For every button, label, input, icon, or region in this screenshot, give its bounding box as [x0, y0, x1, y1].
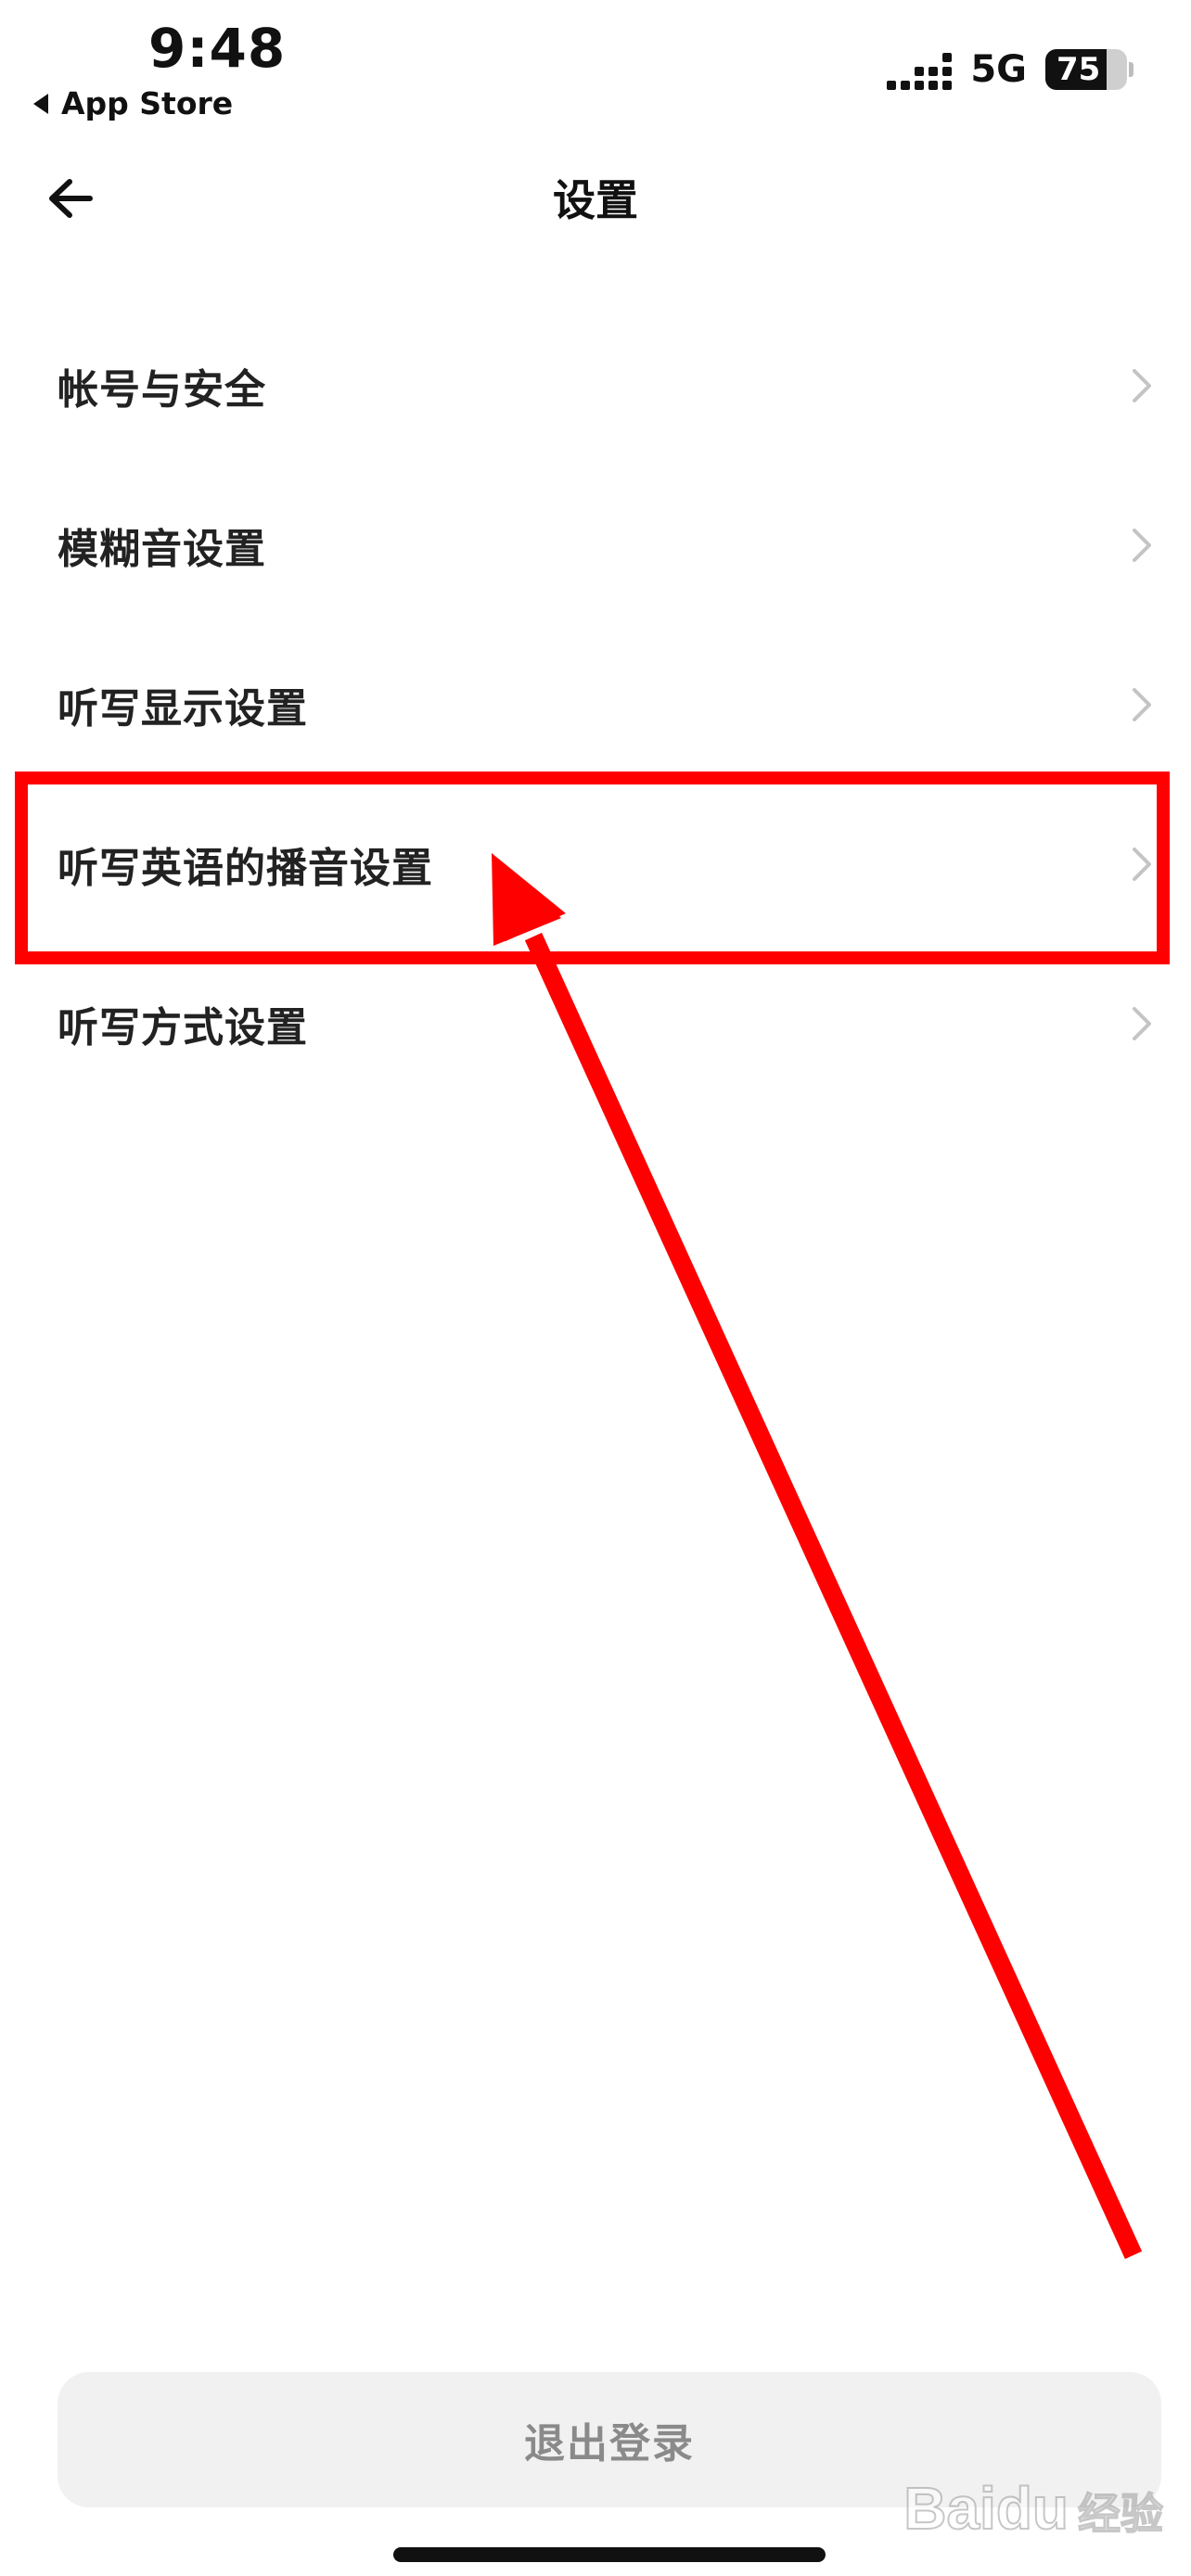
chevron-right-icon [1133, 1007, 1151, 1040]
settings-item-label: 听写显示设置 [58, 685, 308, 733]
watermark-logo: Baidu [903, 2474, 1069, 2543]
status-back-label: App Store [61, 85, 234, 121]
chevron-right-icon [1133, 688, 1151, 721]
status-back-to-app[interactable]: App Store [33, 85, 233, 121]
settings-item-label: 模糊音设置 [58, 526, 266, 573]
settings-item-account-security[interactable]: 帐号与安全 [0, 306, 1191, 465]
back-caret-icon [33, 93, 48, 114]
status-time: 9:48 [148, 17, 287, 80]
chevron-right-icon [1133, 848, 1151, 881]
home-indicator[interactable] [393, 2547, 826, 2562]
watermark: Baidu 经验 [903, 2474, 1164, 2543]
battery-level: 75 [1057, 51, 1101, 88]
settings-list: 帐号与安全 模糊音设置 听写显示设置 听写英语的播音设置 听写方式设置 [0, 306, 1191, 1103]
navigation-bar: 设置 [0, 148, 1191, 246]
settings-item-dictation-display[interactable]: 听写显示设置 [0, 625, 1191, 784]
settings-item-label: 帐号与安全 [58, 366, 266, 414]
settings-item-label: 听写方式设置 [58, 1004, 308, 1052]
status-indicators: 5G 75 [887, 48, 1133, 91]
chevron-right-icon [1133, 369, 1151, 402]
battery-icon: 75 [1045, 49, 1127, 90]
signal-icon [887, 49, 953, 90]
battery-nub [1129, 62, 1133, 77]
settings-item-english-dictation-audio[interactable]: 听写英语的播音设置 [0, 784, 1191, 944]
status-bar: 9:48 App Store 5G 75 [0, 0, 1191, 139]
watermark-sub: 经验 [1077, 2488, 1164, 2540]
settings-item-fuzzy-pinyin[interactable]: 模糊音设置 [0, 465, 1191, 625]
network-type: 5G [970, 48, 1027, 91]
settings-item-dictation-mode[interactable]: 听写方式设置 [0, 944, 1191, 1103]
settings-item-label: 听写英语的播音设置 [58, 845, 433, 892]
chevron-right-icon [1133, 529, 1151, 562]
page-title: 设置 [553, 175, 638, 225]
